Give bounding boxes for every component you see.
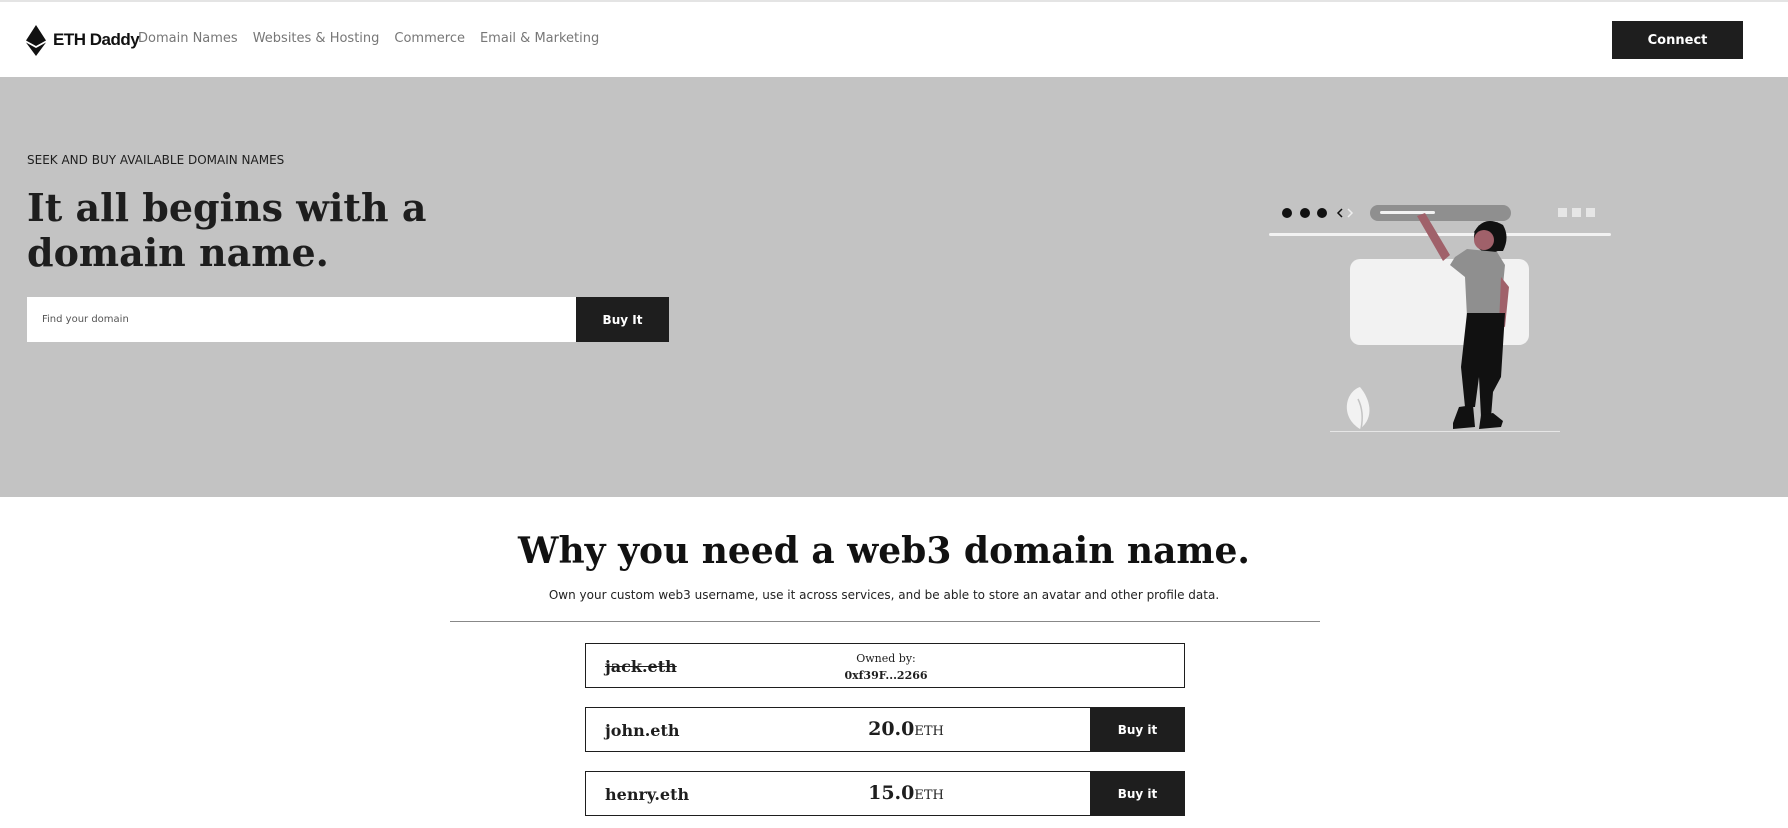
domain-row: john.eth 20.0ETH Buy it: [585, 707, 1185, 752]
buy-domain-button[interactable]: Buy it: [1090, 707, 1185, 752]
ethereum-logo-icon: [26, 24, 46, 56]
hero: SEEK AND BUY AVAILABLE DOMAIN NAMES It a…: [0, 77, 1788, 497]
hero-title: It all begins with a domain name.: [27, 185, 427, 275]
buy-domain-button[interactable]: Buy it: [1090, 771, 1185, 816]
nav-link-email-marketing[interactable]: Email & Marketing: [480, 31, 599, 46]
nav-link-websites-hosting[interactable]: Websites & Hosting: [253, 31, 380, 46]
price-currency: ETH: [914, 724, 944, 739]
domain-name: henry.eth: [605, 785, 690, 804]
domain-row: henry.eth 15.0ETH Buy it: [585, 771, 1185, 816]
owner-address: 0xf39F...2266: [844, 669, 928, 682]
brand[interactable]: ETH Daddy: [26, 24, 140, 56]
domain-search-input[interactable]: [27, 297, 576, 342]
domain-price: 20.0ETH: [801, 718, 1011, 740]
price-currency: ETH: [914, 788, 944, 803]
hero-eyebrow: SEEK AND BUY AVAILABLE DOMAIN NAMES: [27, 153, 285, 167]
owned-by-label: Owned by:: [856, 652, 916, 665]
domain-price: 15.0ETH: [801, 782, 1011, 804]
nav-link-domain-names[interactable]: Domain Names: [138, 31, 238, 46]
domain-row-owned: jack.eth Owned by: 0xf39F...2266: [585, 643, 1185, 688]
nav-link-commerce[interactable]: Commerce: [394, 31, 465, 46]
nav-links: Domain Names Websites & Hosting Commerce…: [138, 31, 614, 46]
connect-button[interactable]: Connect: [1612, 21, 1743, 59]
price-amount: 15.0: [868, 782, 915, 804]
navbar: ETH Daddy Domain Names Websites & Hostin…: [0, 2, 1788, 77]
domain-name: jack.eth: [605, 657, 677, 676]
owner-info: Owned by: 0xf39F...2266: [816, 650, 956, 684]
buy-it-button[interactable]: Buy It: [576, 297, 669, 342]
section-title: Why you need a web3 domain name.: [518, 530, 1250, 572]
price-amount: 20.0: [868, 718, 915, 740]
domain-name: john.eth: [605, 721, 680, 740]
section-subtitle: Own your custom web3 username, use it ac…: [548, 588, 1220, 602]
brand-name: ETH Daddy: [53, 30, 140, 49]
hero-illustration: [1265, 137, 1615, 437]
divider: [450, 621, 1320, 622]
